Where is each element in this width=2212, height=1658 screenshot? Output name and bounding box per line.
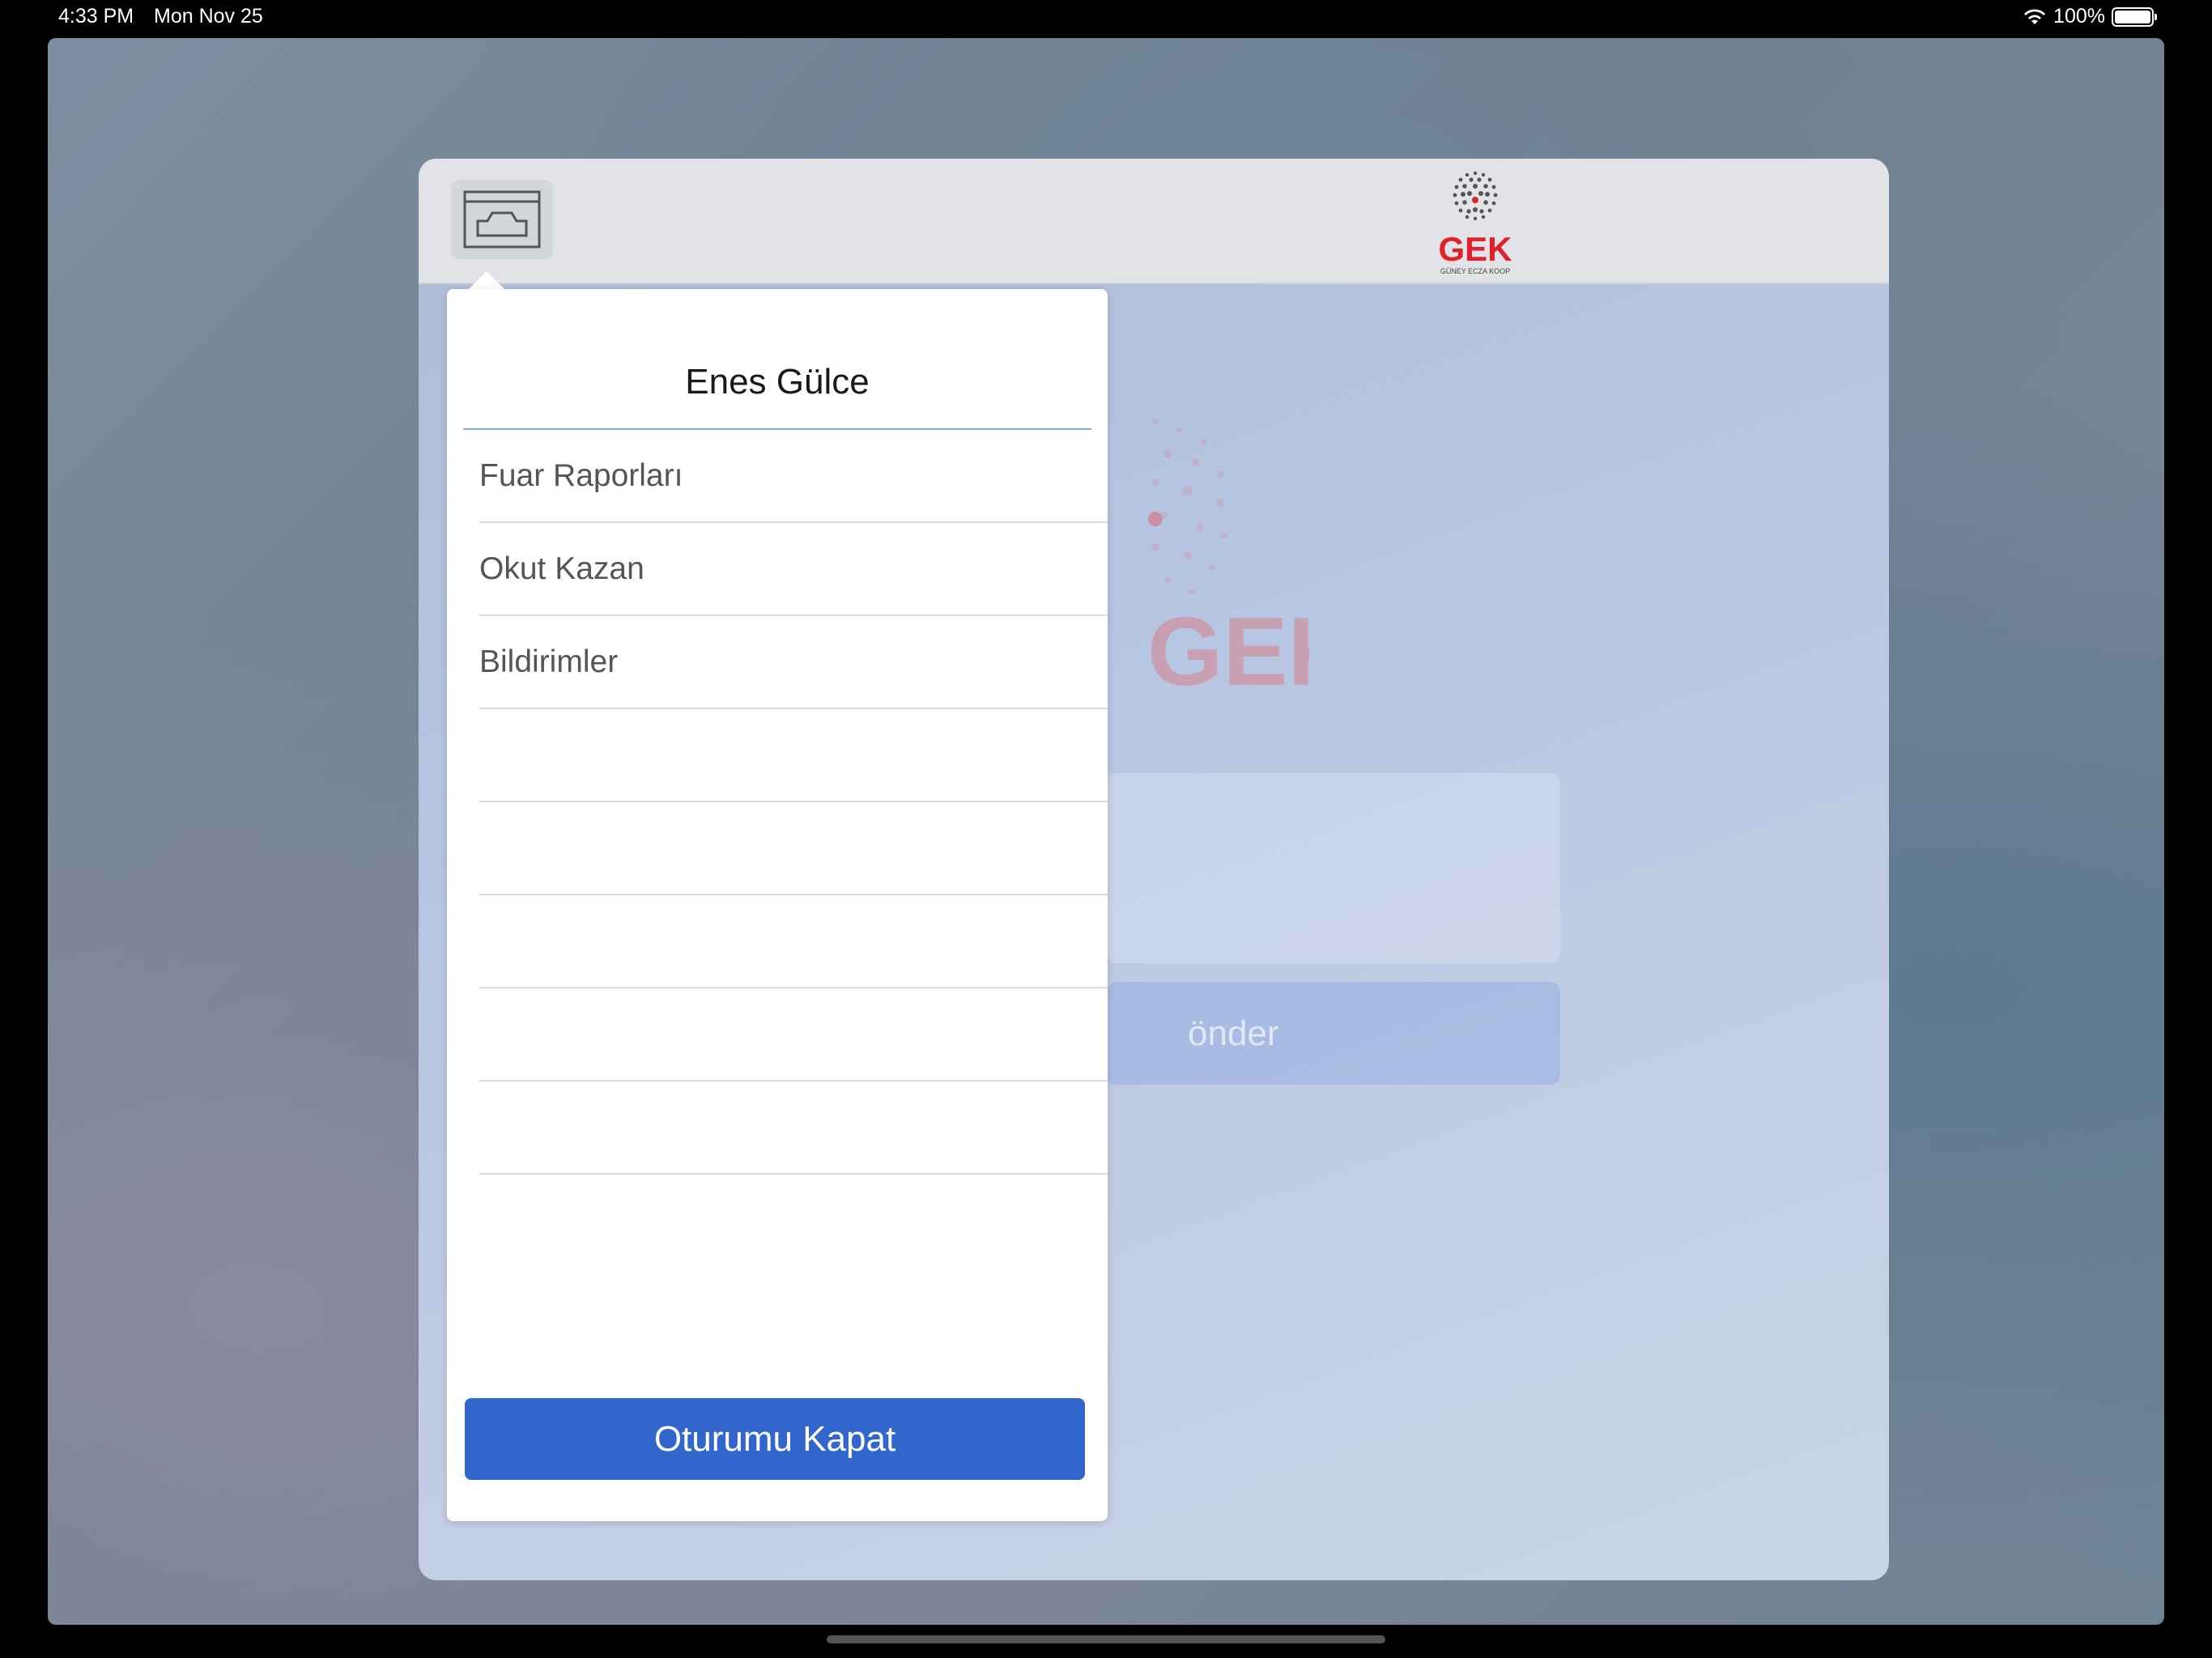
- menu-item-empty[interactable]: [479, 1082, 1108, 1175]
- menu-item-fuar-raporlari[interactable]: Fuar Raporları: [479, 430, 1108, 523]
- menu-toggle-button[interactable]: [451, 180, 553, 259]
- home-indicator[interactable]: [827, 1635, 1385, 1643]
- logo-text: GEK: [1438, 230, 1512, 268]
- menu-item-empty[interactable]: [479, 895, 1108, 988]
- menu-item-bildirimler[interactable]: Bildirimler: [479, 616, 1108, 709]
- battery-icon: [2112, 6, 2157, 27]
- background-send-button: önder: [1107, 982, 1560, 1085]
- logout-button[interactable]: Oturumu Kapat: [465, 1398, 1085, 1480]
- user-menu-popover: Enes Gülce Fuar Raporları Okut Kazan Bil…: [447, 289, 1108, 1521]
- background-send-label: önder: [1188, 1013, 1279, 1053]
- status-time: 4:33 PM: [58, 5, 134, 28]
- menu-list: Fuar Raporları Okut Kazan Bildirimler: [479, 430, 1108, 1175]
- logo-subtext: GÜNEY ECZA KOOP: [1440, 267, 1510, 275]
- menu-item-empty[interactable]: [479, 802, 1108, 895]
- status-indicators: 100%: [2023, 5, 2157, 28]
- background-logo-text: GEK: [1147, 597, 1309, 706]
- menu-item-empty[interactable]: [479, 988, 1108, 1082]
- battery-percent: 100%: [2053, 5, 2105, 28]
- background-input-area: [1107, 773, 1560, 963]
- window-menu-icon: [463, 190, 541, 249]
- wifi-icon: [2024, 8, 2046, 24]
- menu-item-empty[interactable]: [479, 709, 1108, 802]
- menu-item-okut-kazan[interactable]: Okut Kazan: [479, 523, 1108, 616]
- app-screen: GEK GÜNEY ECZA KOOP GEK önder Enes Gülce: [48, 38, 2164, 1625]
- status-bar: 4:33 PM Mon Nov 25 100%: [0, 0, 2212, 34]
- status-date: Mon Nov 25: [154, 5, 263, 28]
- gek-logo: GEK GÜNEY ECZA KOOP: [1438, 171, 1512, 275]
- window-header: GEK GÜNEY ECZA KOOP: [419, 159, 1889, 284]
- popover-arrow: [467, 271, 506, 291]
- user-name: Enes Gülce: [685, 362, 870, 402]
